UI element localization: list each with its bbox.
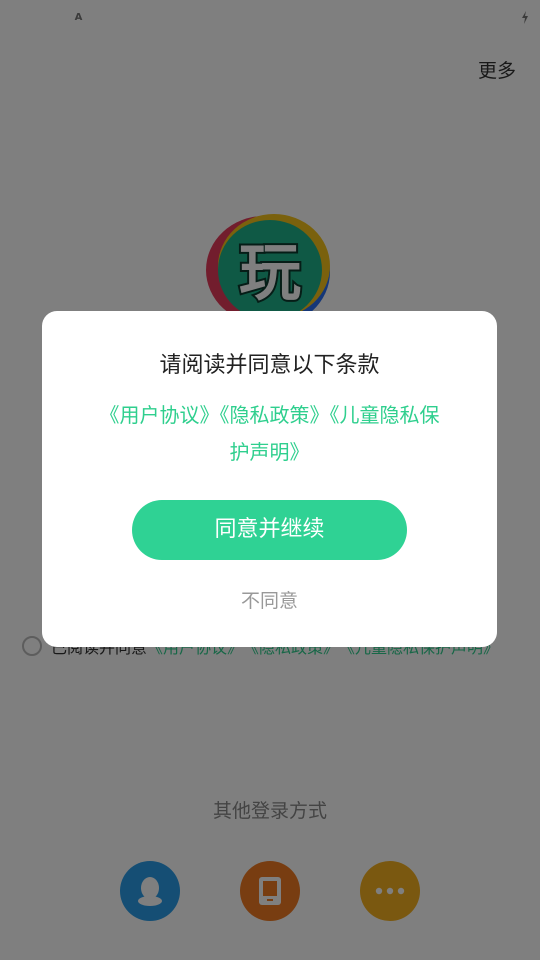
dialog-links-line-2[interactable]: 护声明》 bbox=[76, 434, 463, 471]
agree-continue-button[interactable]: 同意并继续 bbox=[132, 500, 407, 560]
dialog-title: 请阅读并同意以下条款 bbox=[159, 353, 380, 378]
dialog-links-line-1[interactable]: 《用户协议》《隐私政策》《儿童隐私保 bbox=[76, 397, 463, 434]
dialog-terms-links[interactable]: 《用户协议》《隐私政策》《儿童隐私保 护声明》 bbox=[76, 397, 463, 471]
terms-dialog: 请阅读并同意以下条款 《用户协议》《隐私政策》《儿童隐私保 护声明》 同意并继续… bbox=[42, 311, 497, 647]
disagree-button[interactable]: 不同意 bbox=[42, 586, 497, 613]
